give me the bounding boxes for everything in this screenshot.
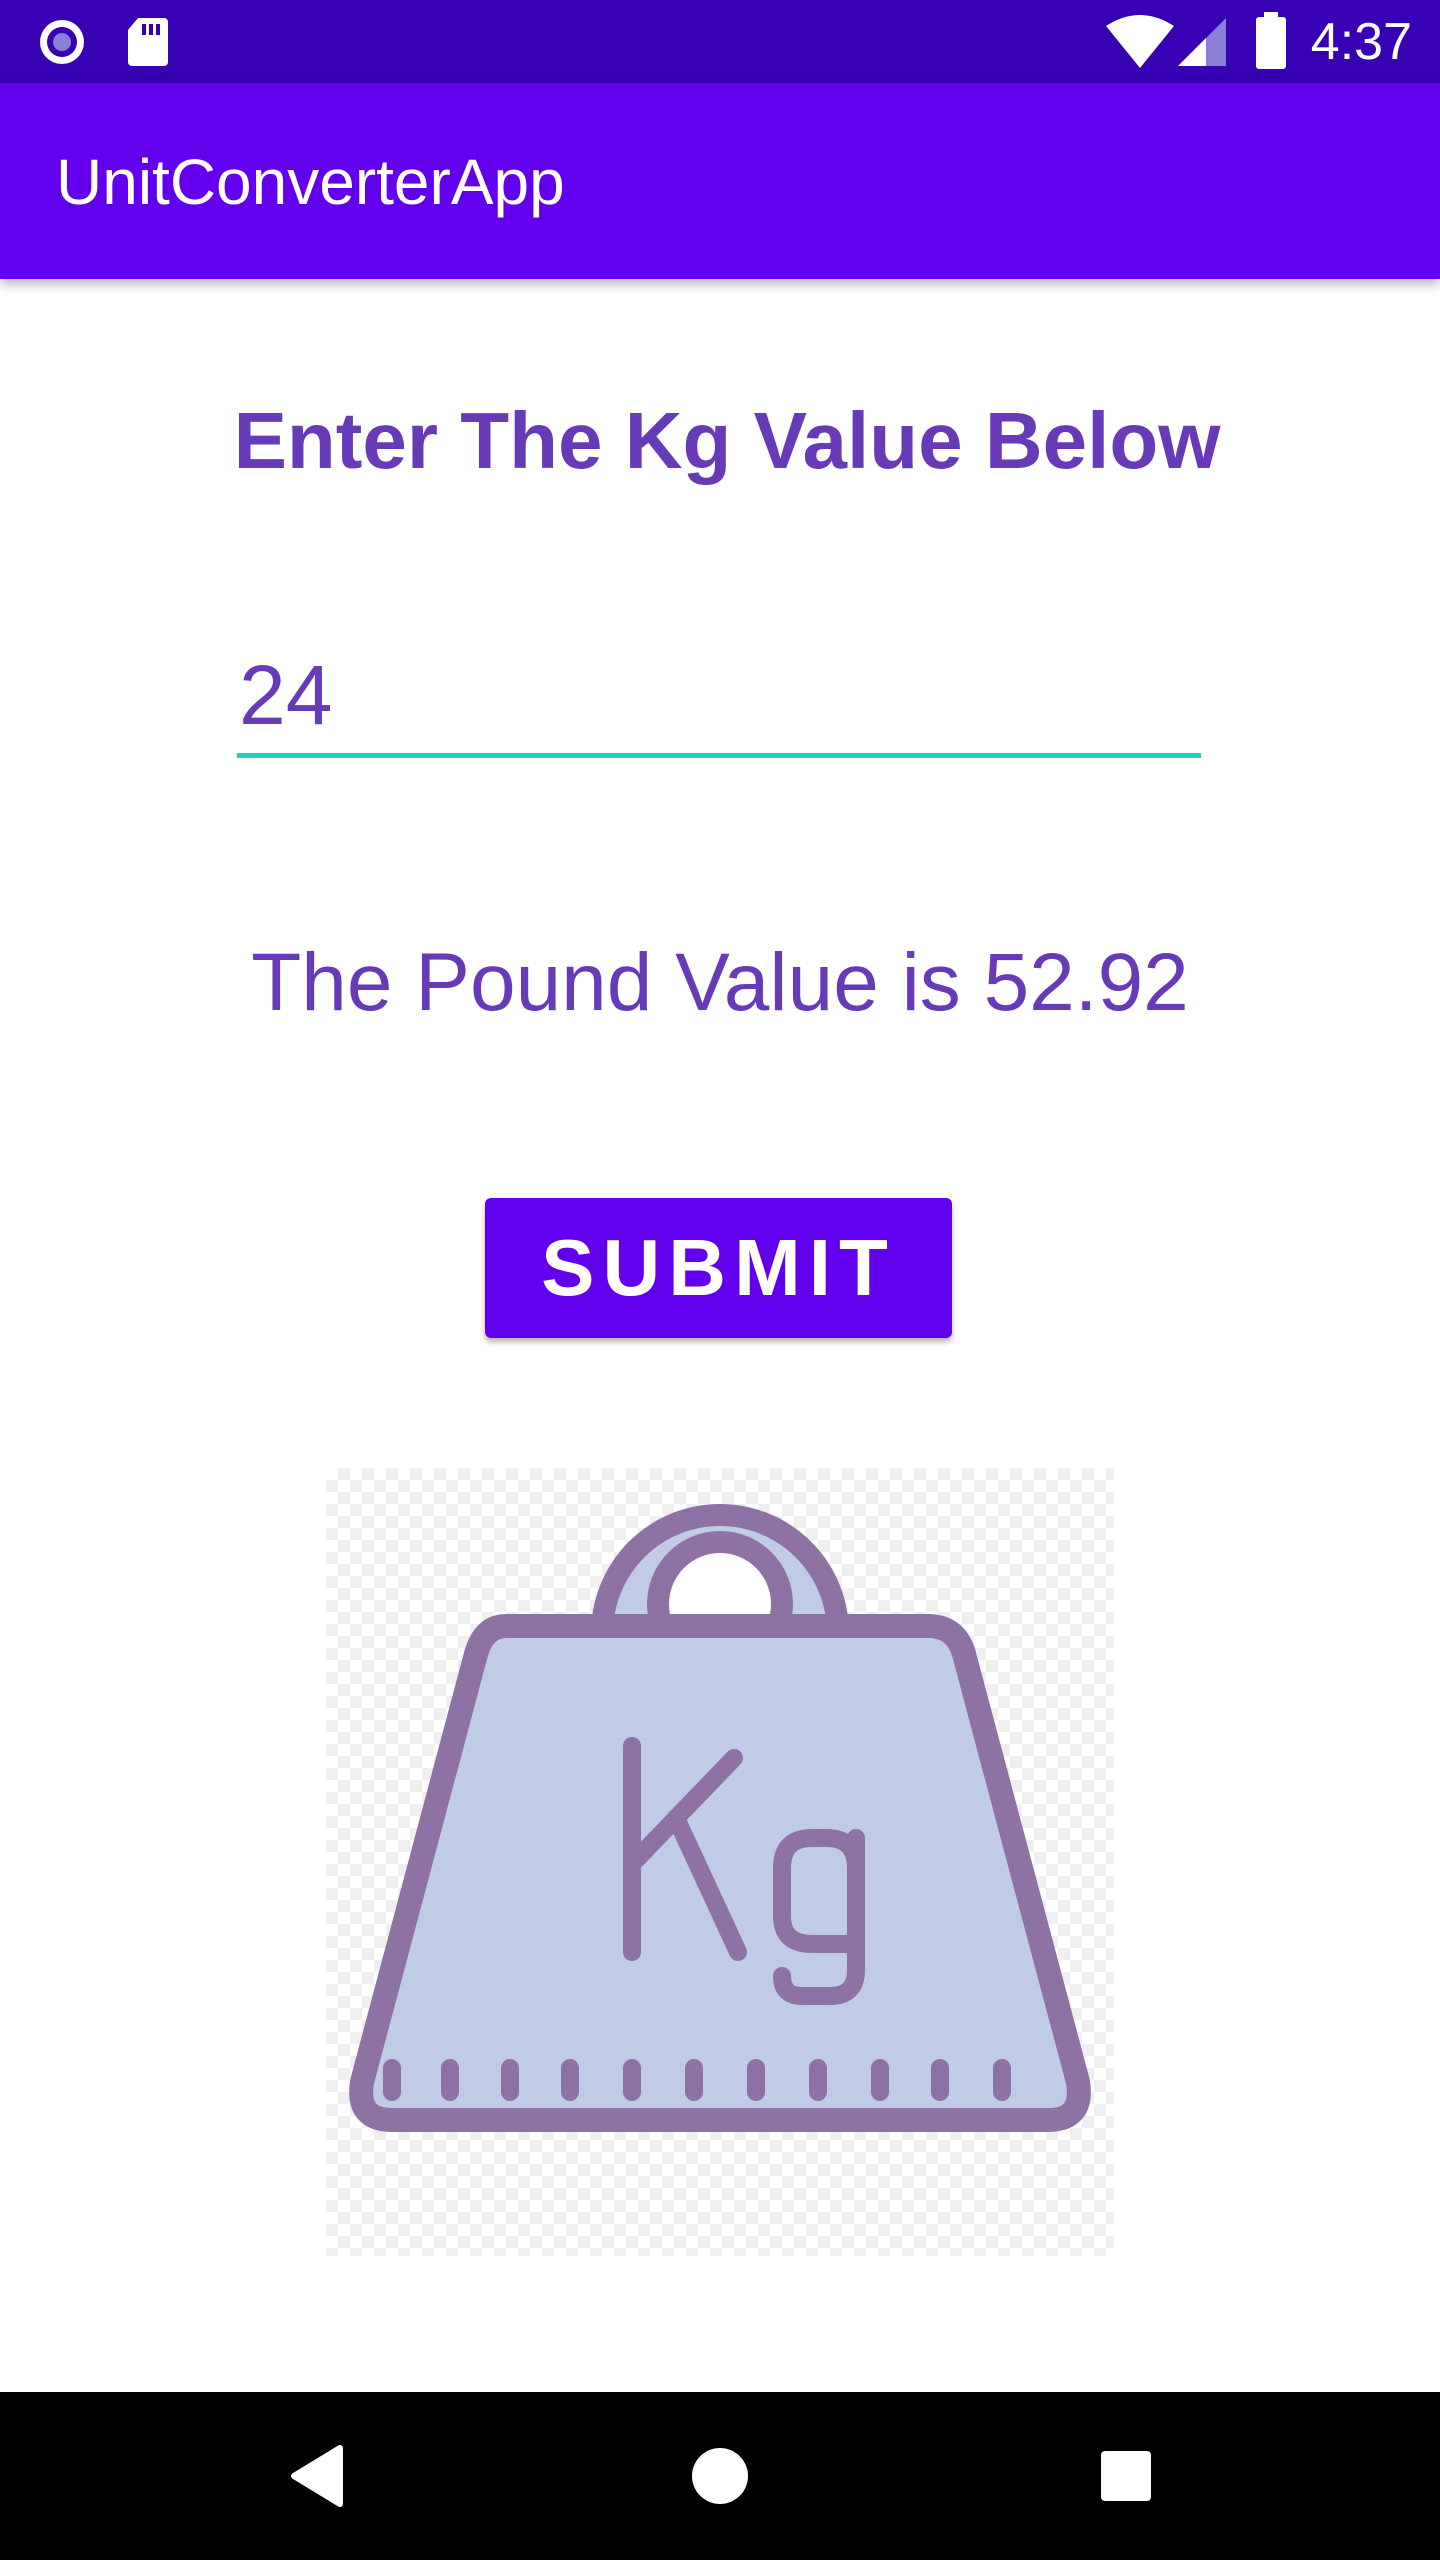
app-bar: UnitConverterApp <box>0 83 1440 279</box>
kg-weight-icon <box>349 1504 1091 2132</box>
battery-icon <box>1254 12 1288 75</box>
status-time: 4:37 <box>1310 13 1412 71</box>
kg-weight-image <box>326 1468 1114 2256</box>
back-button[interactable] <box>236 2392 396 2560</box>
home-button[interactable] <box>640 2392 800 2560</box>
kg-value-input[interactable] <box>237 638 1201 758</box>
record-indicator-icon <box>36 16 88 73</box>
wifi-icon <box>1104 14 1176 75</box>
status-bar: 4:37 <box>0 0 1440 83</box>
screen: 4:37 UnitConverterApp Enter The Kg Value… <box>0 0 1440 2560</box>
submit-button[interactable]: SUBMIT <box>485 1198 952 1338</box>
recents-icon <box>1101 2451 1151 2501</box>
sd-card-icon <box>126 16 170 73</box>
navigation-bar <box>0 2392 1440 2560</box>
recents-button[interactable] <box>1046 2392 1206 2560</box>
back-icon <box>291 2445 343 2507</box>
signal-icon <box>1176 16 1230 73</box>
home-icon <box>692 2448 748 2504</box>
app-title: UnitConverterApp <box>56 146 565 218</box>
pound-result-text: The Pound Value is 52.92 <box>251 937 1189 1028</box>
page-heading: Enter The Kg Value Below <box>233 396 1221 485</box>
